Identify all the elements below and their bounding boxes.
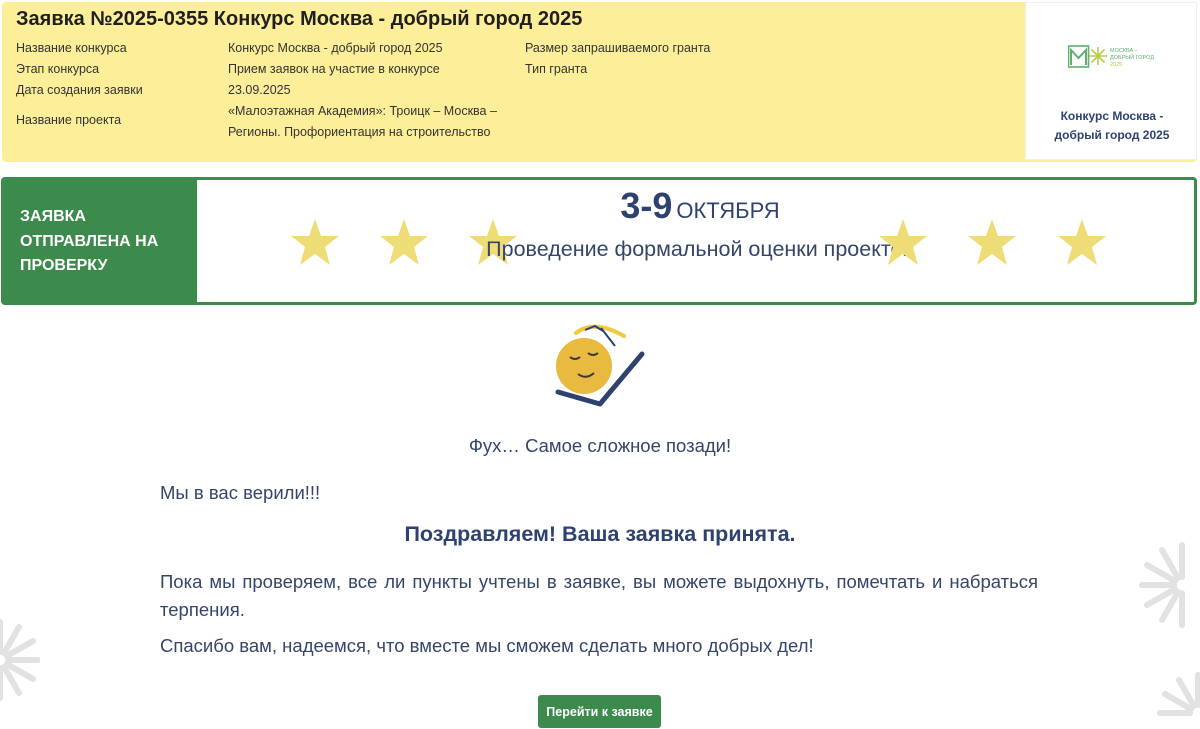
star-icon [968,219,1016,265]
status-banner: ЗАЯВКА ОТПРАВЛЕНА НА ПРОВЕРКУ 3-9 ОКТЯБРЯ… [1,177,1197,305]
contest-stage-value: Прием заявок на участие в конкурсе [228,62,440,76]
congratulations-heading: Поздравляем! Ваша заявка принята. [404,522,796,546]
project-name-value: «Малоэтажная Академия»: Троицк – Москва … [228,104,497,139]
grant-labels-column: Размер запрашиваемого гранта Тип гранта [525,38,710,80]
stage-description: Проведение формальной оценки проектов [486,237,914,261]
field-labels-column: Название конкурса Этап конкурса Дата соз… [16,38,143,101]
field-values-column: Конкурс Москва - добрый город 2025 Прием… [228,38,443,101]
created-date-label: Дата создания заявки [16,83,143,97]
contest-logo-card: МОСКВА – ДОБРЫЙ ГОРОД 2025 Конкурс Москв… [1025,2,1197,160]
project-name-label: Название проекта [16,113,122,127]
star-icon [1058,219,1106,265]
burst-decoration-icon [1157,672,1200,716]
svg-text:2025: 2025 [1110,62,1122,68]
waiting-paragraph: Пока мы проверяем, все ли пункты учтены … [160,571,1038,620]
relief-message: Фух… Самое сложное позади! [468,435,732,456]
grant-size-label: Размер запрашиваемого гранта [525,41,711,55]
go-to-application-button[interactable]: Перейти к заявке [538,695,661,728]
grant-type-label: Тип гранта [525,62,588,76]
status-text: ЗАЯВКА ОТПРАВЛЕНА НА ПРОВЕРКУ [20,208,159,274]
application-header: Заявка №2025-0355 Конкурс Москва - добры… [2,2,1197,162]
burst-decoration-icon [0,619,40,701]
thanks-paragraph: Спасибо вам, надеемся, что вместе мы смо… [160,635,814,656]
contest-logo: МОСКВА – ДОБРЫЙ ГОРОД 2025 [1068,45,1154,68]
logo-caption: Конкурс Москва - добрый город 2025 [1054,109,1170,142]
stage-dates: 3-9 ОКТЯБРЯ [354,185,1046,227]
star-icon [879,219,927,265]
contest-name-value: Конкурс Москва - добрый город 2025 [228,41,443,55]
contest-name-label: Название конкурса [16,41,127,55]
svg-text:ДОБРЫЙ ГОРОД: ДОБРЫЙ ГОРОД [1110,53,1154,61]
star-icon [291,219,339,265]
created-date-value: 23.09.2025 [228,83,291,97]
status-panel: ЗАЯВКА ОТПРАВЛЕНА НА ПРОВЕРКУ [4,180,197,302]
believed-message: Мы в вас верили!!! [160,482,321,503]
date-month: ОКТЯБРЯ [676,198,780,223]
application-title: Заявка №2025-0355 Конкурс Москва - добры… [16,8,583,30]
svg-text:МОСКВА –: МОСКВА – [1110,48,1139,54]
relaxing-sun-icon [555,324,645,407]
contest-stage-label: Этап конкурса [16,62,100,76]
date-range: 3-9 [620,185,673,226]
